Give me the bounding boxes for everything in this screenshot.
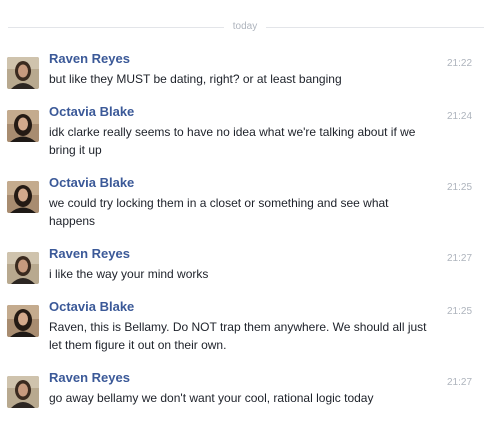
message-text: go away bellamy we don't want your cool,… <box>49 391 374 405</box>
message-timestamp: 21:22 <box>447 58 473 69</box>
message-timestamp: 21:25 <box>447 182 473 193</box>
sender-name[interactable]: Raven Reyes <box>49 246 130 262</box>
raven-avatar-image <box>7 376 39 408</box>
raven-avatar-image <box>7 252 39 284</box>
octavia-avatar-image <box>7 110 39 142</box>
chat-thread: today Raven Reyes 21:22 but like they MU… <box>0 0 490 431</box>
message-text: i like the way your mind works <box>49 267 209 281</box>
message-timestamp: 21:27 <box>447 253 473 264</box>
date-divider: today <box>0 20 490 34</box>
raven-avatar[interactable] <box>7 252 39 284</box>
sender-name[interactable]: Raven Reyes <box>49 370 130 386</box>
raven-avatar[interactable] <box>7 376 39 408</box>
message-text: but like they MUST be dating, right? or … <box>49 72 342 86</box>
message-timestamp: 21:24 <box>447 111 473 122</box>
message-text: idk clarke really seems to have no idea … <box>49 125 416 157</box>
raven-avatar-image <box>7 57 39 89</box>
sender-name[interactable]: Raven Reyes <box>49 51 130 67</box>
divider-line <box>266 27 484 28</box>
raven-avatar[interactable] <box>7 57 39 89</box>
octavia-avatar[interactable] <box>7 110 39 142</box>
octavia-avatar-image <box>7 181 39 213</box>
message-timestamp: 21:27 <box>447 377 473 388</box>
sender-name[interactable]: Octavia Blake <box>49 104 134 120</box>
octavia-avatar[interactable] <box>7 305 39 337</box>
octavia-avatar[interactable] <box>7 181 39 213</box>
sender-name[interactable]: Octavia Blake <box>49 299 134 315</box>
message-text: Raven, this is Bellamy. Do NOT trap them… <box>49 320 427 352</box>
octavia-avatar-image <box>7 305 39 337</box>
message-timestamp: 21:25 <box>447 306 473 317</box>
message-text: we could try locking them in a closet or… <box>49 196 389 228</box>
sender-name[interactable]: Octavia Blake <box>49 175 134 191</box>
